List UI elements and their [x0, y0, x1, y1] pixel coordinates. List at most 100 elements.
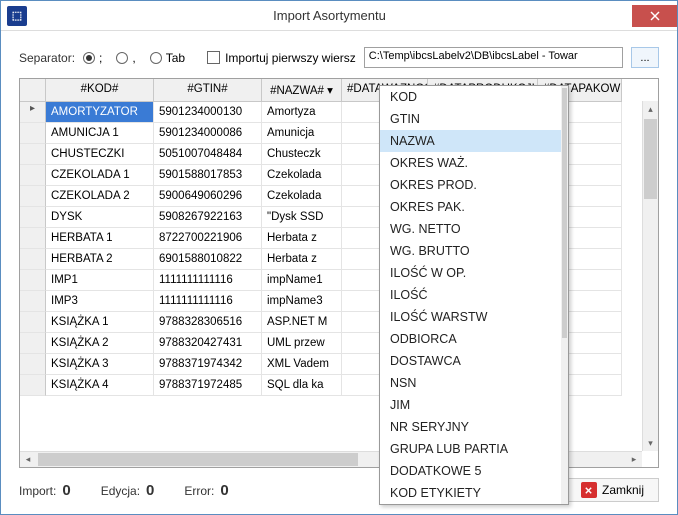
cell-kod[interactable]: HERBATA 1: [46, 228, 154, 249]
scroll-left-icon[interactable]: ◂: [20, 452, 36, 467]
dropdown-item[interactable]: NAZWA: [380, 130, 568, 152]
row-header[interactable]: [20, 102, 46, 123]
dropdown-item[interactable]: DOSTAWCA: [380, 350, 568, 372]
dropdown-item[interactable]: ILOŚĆ W OP.: [380, 262, 568, 284]
cell-kod[interactable]: HERBATA 2: [46, 249, 154, 270]
cell-kod[interactable]: AMUNICJA 1: [46, 123, 154, 144]
close-button[interactable]: Zamknij: [566, 478, 659, 502]
row-header[interactable]: [20, 207, 46, 228]
dropdown-item[interactable]: ODBIORCA: [380, 328, 568, 350]
dropdown-item[interactable]: ILOŚĆ: [380, 284, 568, 306]
dropdown-item[interactable]: KOD: [380, 86, 568, 108]
dropdown-item[interactable]: GRUPA LUB PARTIA: [380, 438, 568, 460]
cell-kod[interactable]: CZEKOLADA 2: [46, 186, 154, 207]
cell-nazwa[interactable]: Herbata z: [262, 228, 342, 249]
dropdown-item[interactable]: NR SERYJNY: [380, 416, 568, 438]
cell-gtin[interactable]: 8722700221906: [154, 228, 262, 249]
cell-gtin[interactable]: 5051007048484: [154, 144, 262, 165]
scroll-thumb[interactable]: [38, 453, 358, 466]
cell-kod[interactable]: IMP3: [46, 291, 154, 312]
row-header[interactable]: [20, 228, 46, 249]
dropdown-item[interactable]: OKRES WAŻ.: [380, 152, 568, 174]
cell-kod[interactable]: IMP1: [46, 270, 154, 291]
row-header[interactable]: [20, 165, 46, 186]
vertical-scrollbar[interactable]: ▴ ▾: [642, 101, 658, 451]
column-header[interactable]: #NAZWA# ▾: [262, 79, 342, 102]
radio-comma[interactable]: ,: [116, 51, 135, 65]
row-header[interactable]: [20, 333, 46, 354]
browse-button[interactable]: ...: [631, 47, 659, 68]
column-header[interactable]: #GTIN#: [154, 79, 262, 102]
chevron-down-icon: ▾: [327, 85, 333, 97]
error-counter: Error: 0: [184, 482, 228, 499]
column-header[interactable]: #KOD#: [46, 79, 154, 102]
dropdown-item[interactable]: KOD ETYKIETY: [380, 482, 568, 504]
dropdown-item[interactable]: JIM: [380, 394, 568, 416]
cell-kod[interactable]: AMORTYZATOR: [46, 102, 154, 123]
cell-gtin[interactable]: 5900649060296: [154, 186, 262, 207]
cell-gtin[interactable]: 5901588017853: [154, 165, 262, 186]
dropdown-item[interactable]: WG. NETTO: [380, 218, 568, 240]
cell-gtin[interactable]: 9788328306516: [154, 312, 262, 333]
cell-kod[interactable]: KSIĄŻKA 3: [46, 354, 154, 375]
cell-gtin[interactable]: 5901234000130: [154, 102, 262, 123]
row-header[interactable]: [20, 270, 46, 291]
cell-nazwa[interactable]: impName3: [262, 291, 342, 312]
dropdown-item[interactable]: DODATKOWE 5: [380, 460, 568, 482]
row-header[interactable]: [20, 186, 46, 207]
cell-kod[interactable]: DYSK: [46, 207, 154, 228]
cell-gtin[interactable]: 9788371972485: [154, 375, 262, 396]
cell-nazwa[interactable]: UML przew: [262, 333, 342, 354]
row-header[interactable]: [20, 123, 46, 144]
scroll-up-icon[interactable]: ▴: [643, 101, 658, 117]
cell-nazwa[interactable]: ASP.NET M: [262, 312, 342, 333]
dropdown-item[interactable]: ILOŚĆ WARSTW: [380, 306, 568, 328]
cell-kod[interactable]: KSIĄŻKA 4: [46, 375, 154, 396]
filepath-input[interactable]: C:\Temp\ibcsLabelv2\DB\ibcsLabel - Towar: [364, 47, 623, 68]
row-header[interactable]: [20, 249, 46, 270]
window-close-button[interactable]: [632, 5, 677, 27]
cell-gtin[interactable]: 1111111111116: [154, 291, 262, 312]
scroll-right-icon[interactable]: ▸: [626, 452, 642, 467]
cell-gtin[interactable]: 9788371974342: [154, 354, 262, 375]
cell-nazwa[interactable]: Czekolada: [262, 186, 342, 207]
dialog-content: Separator: ; , Tab Importuj pierwszy wie…: [1, 31, 677, 514]
cell-gtin[interactable]: 5908267922163: [154, 207, 262, 228]
column-dropdown-menu[interactable]: KODGTINNAZWAOKRES WAŻ.OKRES PROD.OKRES P…: [379, 85, 569, 505]
cell-gtin[interactable]: 6901588010822: [154, 249, 262, 270]
cell-nazwa[interactable]: Czekolada: [262, 165, 342, 186]
cell-nazwa[interactable]: Chusteczk: [262, 144, 342, 165]
radio-tab[interactable]: Tab: [150, 51, 185, 65]
cell-nazwa[interactable]: SQL dla ka: [262, 375, 342, 396]
cell-kod[interactable]: CZEKOLADA 1: [46, 165, 154, 186]
cell-nazwa[interactable]: Herbata z: [262, 249, 342, 270]
cell-gtin[interactable]: 1111111111116: [154, 270, 262, 291]
dropdown-item[interactable]: OKRES PROD.: [380, 174, 568, 196]
cell-kod[interactable]: KSIĄŻKA 1: [46, 312, 154, 333]
row-header[interactable]: [20, 291, 46, 312]
cell-gtin[interactable]: 5901234000086: [154, 123, 262, 144]
dropdown-item[interactable]: GTIN: [380, 108, 568, 130]
cell-nazwa[interactable]: Amortyza: [262, 102, 342, 123]
row-header[interactable]: [20, 312, 46, 333]
cell-nazwa[interactable]: XML Vadem: [262, 354, 342, 375]
cell-kod[interactable]: CHUSTECZKI: [46, 144, 154, 165]
scroll-thumb[interactable]: [562, 88, 567, 338]
dropdown-item[interactable]: OKRES PAK.: [380, 196, 568, 218]
scroll-down-icon[interactable]: ▾: [643, 435, 658, 451]
dropdown-scrollbar[interactable]: [561, 86, 568, 504]
cell-nazwa[interactable]: "Dysk SSD: [262, 207, 342, 228]
import-first-row-checkbox[interactable]: Importuj pierwszy wiersz: [207, 51, 356, 65]
row-header[interactable]: [20, 354, 46, 375]
scroll-thumb[interactable]: [644, 119, 657, 199]
cell-nazwa[interactable]: Amunicja: [262, 123, 342, 144]
cell-nazwa[interactable]: impName1: [262, 270, 342, 291]
cell-kod[interactable]: KSIĄŻKA 2: [46, 333, 154, 354]
dropdown-item[interactable]: NSN: [380, 372, 568, 394]
row-header[interactable]: [20, 375, 46, 396]
row-header[interactable]: [20, 144, 46, 165]
radio-semicolon[interactable]: ;: [83, 51, 102, 65]
radio-label: ;: [99, 51, 102, 65]
cell-gtin[interactable]: 9788320427431: [154, 333, 262, 354]
dropdown-item[interactable]: WG. BRUTTO: [380, 240, 568, 262]
